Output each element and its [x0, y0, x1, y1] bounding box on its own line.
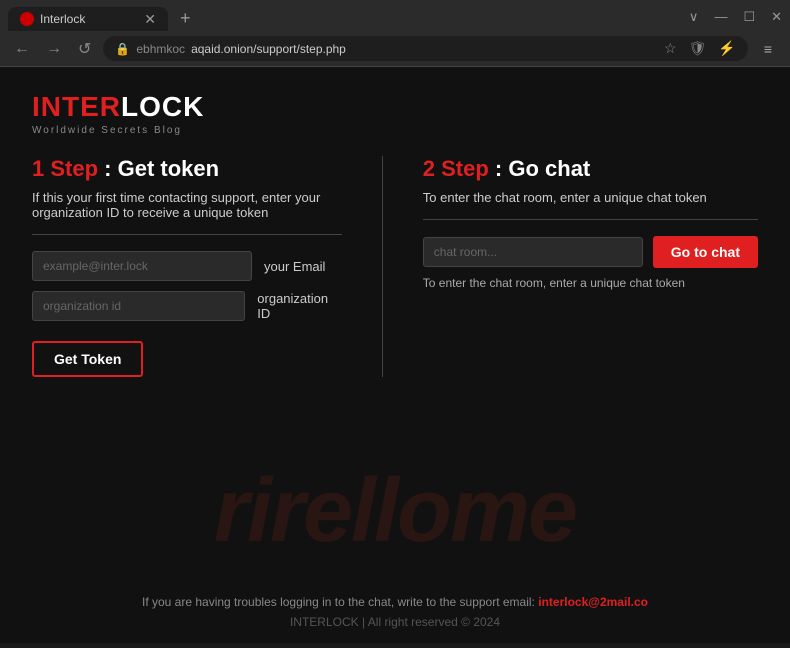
org-input[interactable]	[32, 291, 245, 321]
address-main: aqaid.onion/support/step.php	[191, 42, 346, 56]
back-button[interactable]: ←	[10, 38, 34, 60]
logo-text: INTERLOCK	[32, 91, 758, 123]
org-label: organization ID	[257, 291, 341, 321]
forward-button[interactable]: →	[42, 38, 66, 60]
browser-right-icons: ≡	[756, 41, 780, 57]
footer-email: interlock@2mail.co	[538, 595, 648, 609]
step1-number: 1 Step	[32, 156, 98, 181]
two-column-layout: 1 Step : Get token If this your first ti…	[32, 156, 758, 377]
menu-icon[interactable]: ≡	[764, 41, 772, 57]
close-button[interactable]: ✕	[771, 9, 782, 25]
shield-icon[interactable]: 🛡	[689, 40, 707, 57]
tab-close-button[interactable]: ✕	[144, 12, 156, 26]
column-divider	[382, 156, 383, 377]
org-row: organization ID	[32, 291, 342, 321]
email-label: your Email	[264, 259, 325, 274]
chevron-down-icon[interactable]: ∨	[689, 9, 699, 25]
tab-bar: Interlock ✕ + ∨ — ☐ ✕	[0, 0, 790, 31]
minimize-button[interactable]: —	[714, 9, 727, 25]
chat-room-input[interactable]	[423, 237, 643, 267]
chat-note: To enter the chat room, enter a unique c…	[423, 276, 758, 290]
new-tab-button[interactable]: +	[172, 6, 199, 31]
logo: INTERLOCK Worldwide Secrets Blog	[32, 91, 758, 136]
footer-trouble-text: If you are having troubles logging in to…	[32, 595, 758, 609]
window-controls: ∨ — ☐ ✕	[689, 9, 782, 29]
tab-title: Interlock	[40, 12, 138, 26]
extensions-icon[interactable]: ⚡	[718, 40, 735, 57]
step1-action: Get token	[118, 156, 219, 181]
step2-action: Go chat	[508, 156, 590, 181]
email-input[interactable]	[32, 251, 252, 281]
step2-column: 2 Step : Go chat To enter the chat room,…	[423, 156, 758, 377]
step2-colon: :	[489, 156, 509, 181]
nav-bar: ← → ↺ 🔒 ebhmkoc aqaid.onion/support/step…	[0, 31, 790, 66]
footer-copyright: INTERLOCK | All right reserved © 2024	[32, 615, 758, 629]
step1-heading: 1 Step : Get token	[32, 156, 342, 182]
logo-inter: INTER	[32, 91, 121, 122]
page-content: rirellome INTERLOCK Worldwide Secrets Bl…	[0, 67, 790, 643]
go-to-chat-button[interactable]: Go to chat	[653, 236, 758, 268]
trouble-label: If you are having troubles logging in to…	[142, 595, 535, 609]
address-left: ebhmkoc	[136, 42, 185, 56]
logo-lock: LOCK	[121, 91, 204, 122]
browser-chrome: Interlock ✕ + ∨ — ☐ ✕ ← → ↺ 🔒 ebhmkoc aq…	[0, 0, 790, 67]
step2-number: 2 Step	[423, 156, 489, 181]
address-bar[interactable]: 🔒 ebhmkoc aqaid.onion/support/step.php ☆…	[103, 36, 747, 61]
step2-description: To enter the chat room, enter a unique c…	[423, 190, 758, 220]
step1-description: If this your first time contacting suppo…	[32, 190, 342, 235]
footer: If you are having troubles logging in to…	[0, 581, 790, 643]
tab-favicon	[20, 12, 34, 26]
step1-column: 1 Step : Get token If this your first ti…	[32, 156, 342, 377]
step2-heading: 2 Step : Go chat	[423, 156, 758, 182]
active-tab[interactable]: Interlock ✕	[8, 7, 168, 31]
bookmark-icon[interactable]: ☆	[664, 40, 677, 57]
logo-subtitle: Worldwide Secrets Blog	[32, 125, 758, 136]
maximize-button[interactable]: ☐	[743, 9, 755, 25]
step1-colon: :	[98, 156, 118, 181]
email-row: your Email	[32, 251, 342, 281]
get-token-button[interactable]: Get Token	[32, 341, 143, 377]
watermark: rirellome	[214, 460, 576, 563]
lock-icon: 🔒	[115, 42, 130, 56]
refresh-button[interactable]: ↺	[74, 37, 95, 61]
chat-input-row: Go to chat	[423, 236, 758, 268]
address-right-icons: ☆ 🛡 ⚡	[664, 40, 736, 57]
